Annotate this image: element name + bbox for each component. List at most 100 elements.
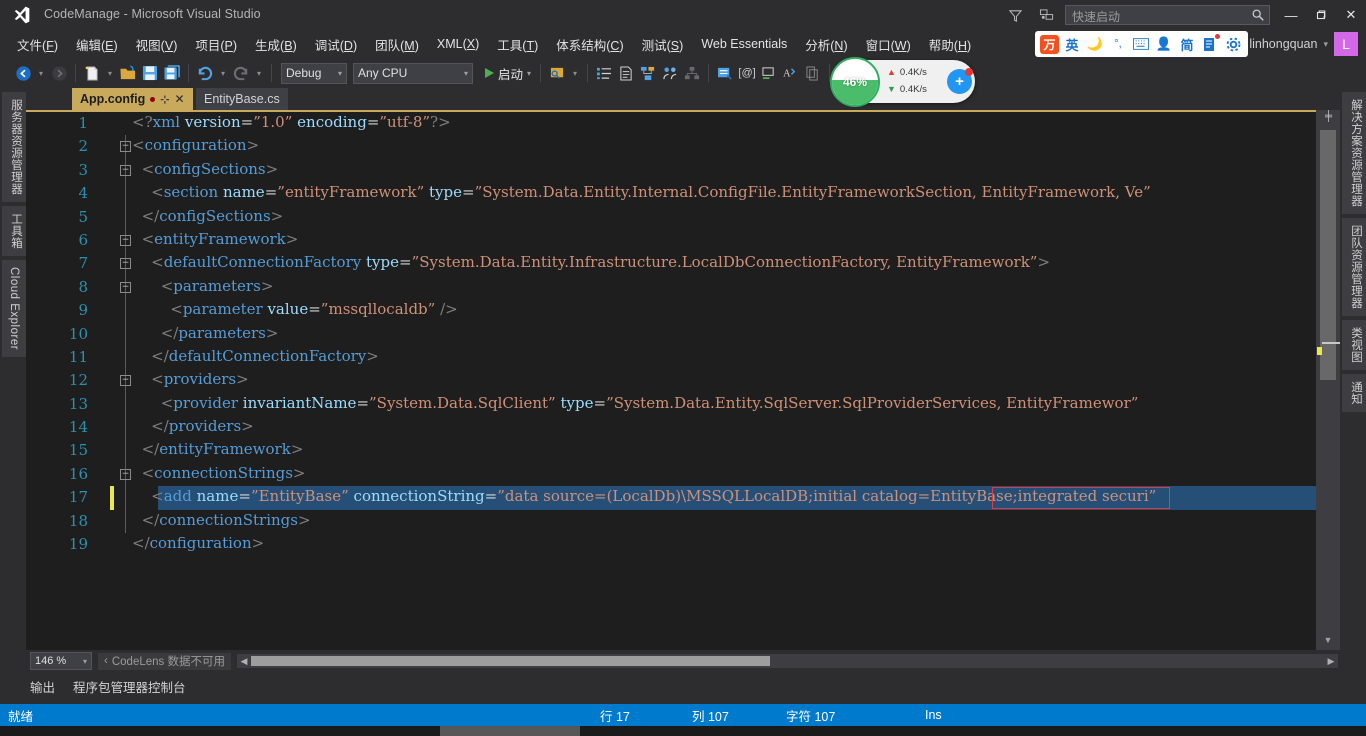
find-in-files-icon[interactable]	[714, 61, 736, 85]
fold-toggle-icon[interactable]: −	[120, 281, 131, 293]
new-item-dropdown-icon[interactable]: ▾	[103, 61, 117, 85]
editor-horizontal-scrollbar[interactable]: ◀ ▶	[236, 654, 1338, 668]
taskbar-active-item[interactable]	[440, 726, 580, 736]
fold-toggle-icon[interactable]: −	[120, 468, 131, 480]
menu-item-8[interactable]: 工具(T)	[488, 31, 547, 58]
scroll-left-arrow[interactable]: ◀	[237, 656, 251, 667]
save-all-icon[interactable]	[161, 61, 183, 85]
chevron-down-icon[interactable]: ▾	[464, 69, 468, 78]
user-account-area[interactable]: linhongquan ▾ L	[1249, 31, 1358, 57]
sidebar-item-team-explorer[interactable]: 团队资源管理器	[1342, 218, 1366, 316]
code-line[interactable]: 13 <provider invariantName=”System.Data.…	[26, 392, 1316, 417]
menu-item-1[interactable]: 编辑(E)	[67, 31, 127, 58]
split-view-icon[interactable]: ╪	[1321, 111, 1336, 123]
output-tab-output[interactable]: 输出	[30, 677, 55, 696]
settings-gear-icon[interactable]	[1223, 34, 1243, 54]
maximize-button[interactable]	[1306, 0, 1336, 30]
undo-icon[interactable]	[194, 61, 216, 85]
navigate-forward-icon[interactable]	[48, 61, 70, 85]
code-line[interactable]: 4 <section name=”entityFramework” type=”…	[26, 182, 1316, 206]
pin-icon[interactable]: ⊹	[160, 93, 169, 106]
code-line[interactable]: 9 <parameter value=”mssqllocaldb” />	[26, 299, 1316, 323]
scroll-right-arrow[interactable]: ▶	[1324, 656, 1338, 667]
menu-item-9[interactable]: 体系结构(C)	[547, 31, 632, 58]
code-lines-container[interactable]: 1 <?xml version=”1.0” encoding=”utf-8”?> 2…	[26, 112, 1316, 648]
quick-launch-box[interactable]: 快速启动	[1065, 5, 1270, 25]
sidebar-item-class-view[interactable]: 类视图	[1342, 320, 1366, 370]
menu-item-7[interactable]: XML(X)	[428, 33, 488, 55]
toolbox-icon[interactable]	[1200, 34, 1220, 54]
fold-toggle-icon[interactable]: −	[120, 164, 131, 176]
code-line[interactable]: 16 − <connectionStrings>	[26, 462, 1316, 487]
simplified-icon[interactable]: 简	[1177, 34, 1197, 54]
code-line[interactable]: 14 </providers>	[26, 416, 1316, 440]
menu-item-14[interactable]: 帮助(H)	[920, 31, 980, 58]
chevron-down-icon[interactable]: ▾	[338, 69, 342, 78]
fold-toggle-icon[interactable]: −	[120, 375, 131, 387]
minimize-button[interactable]: —	[1276, 0, 1306, 30]
close-button[interactable]: ✕	[1336, 0, 1366, 30]
code-line[interactable]: 18 </connectionStrings>	[26, 509, 1316, 534]
open-folder-icon[interactable]	[117, 61, 139, 85]
fold-toggle-icon[interactable]: −	[120, 234, 131, 246]
menu-item-4[interactable]: 生成(B)	[246, 31, 306, 58]
person-icon[interactable]: 👤	[1154, 34, 1174, 54]
code-line[interactable]: 12 − <providers>	[26, 369, 1316, 393]
zoom-level-combo[interactable]: 146 % ▾	[30, 652, 92, 670]
sidebar-item-notifications[interactable]: 通知	[1342, 374, 1366, 412]
output-tab-package-manager-console[interactable]: 程序包管理器控制台	[73, 677, 186, 696]
document-tab-entitybase-cs[interactable]: EntityBase.cs	[196, 88, 288, 110]
platform-combo[interactable]: Any CPU ▾	[353, 62, 473, 84]
codelens-indicator[interactable]: ‹ CodeLens 数据不可用	[98, 652, 231, 670]
ime-toolbar[interactable]: 万 英 🌙 °, 👤 简	[1035, 31, 1248, 57]
code-line[interactable]: 2 − <configuration>	[26, 135, 1316, 159]
plus-badge-icon[interactable]: +	[947, 68, 973, 94]
menu-item-11[interactable]: Web Essentials	[692, 33, 796, 55]
code-line[interactable]: 10 </parameters>	[26, 322, 1316, 346]
sidebar-item-cloud-explorer[interactable]: Cloud Explorer	[2, 260, 26, 358]
bookmark-list-icon[interactable]	[593, 61, 615, 85]
fold-toggle-icon[interactable]: −	[120, 258, 131, 270]
save-icon[interactable]	[139, 61, 161, 85]
code-line[interactable]: 17 <add name=”EntityBase” connectionStri…	[26, 486, 1316, 510]
menu-item-5[interactable]: 调试(D)	[306, 31, 366, 58]
redo-dropdown-icon[interactable]: ▾	[252, 61, 266, 85]
sogou-logo-icon[interactable]: 万	[1040, 34, 1059, 54]
sync-views-icon[interactable]	[659, 61, 681, 85]
attach-dropdown-icon[interactable]: ▾	[568, 61, 582, 85]
copy-icon[interactable]	[802, 61, 824, 85]
code-line[interactable]: 11 </defaultConnectionFactory>	[26, 345, 1316, 370]
chevron-down-icon[interactable]: ▾	[83, 657, 87, 666]
comment-icon[interactable]: [@]	[736, 61, 758, 85]
punctuation-icon[interactable]: °,	[1108, 34, 1128, 54]
hscroll-track[interactable]	[250, 655, 1324, 667]
format-icon[interactable]: A	[780, 61, 802, 85]
keyboard-icon[interactable]	[1131, 34, 1151, 54]
hierarchy-icon[interactable]	[681, 61, 703, 85]
chevron-down-icon[interactable]: ▾	[1323, 39, 1328, 50]
attach-process-icon[interactable]	[546, 61, 568, 85]
feedback-icon[interactable]	[1031, 1, 1063, 29]
code-line[interactable]: 7 − <defaultConnectionFactory type=”Syste…	[26, 252, 1316, 276]
menu-item-2[interactable]: 视图(V)	[127, 31, 187, 58]
menu-item-3[interactable]: 项目(P)	[186, 31, 246, 58]
scroll-down-arrow[interactable]: ▼	[1316, 631, 1340, 648]
chevron-down-icon[interactable]: ▾	[527, 69, 531, 78]
code-line[interactable]: 19 </configuration>	[26, 533, 1316, 556]
menu-item-10[interactable]: 测试(S)	[633, 31, 693, 58]
code-line[interactable]: 5 </configSections>	[26, 205, 1316, 229]
document-tab-app-config[interactable]: App.config ⊹ ✕	[72, 88, 193, 110]
uncomment-icon[interactable]	[758, 61, 780, 85]
menu-item-13[interactable]: 窗口(W)	[857, 31, 920, 58]
menu-item-0[interactable]: 文件(F)	[8, 31, 67, 58]
fold-toggle-icon[interactable]: −	[120, 141, 131, 153]
code-line[interactable]: 6 − <entityFramework>	[26, 228, 1316, 253]
menu-item-6[interactable]: 团队(M)	[366, 31, 428, 58]
avatar[interactable]: L	[1334, 32, 1358, 56]
code-line[interactable]: 8 − <parameters>	[26, 275, 1316, 300]
search-icon[interactable]	[1251, 8, 1265, 27]
undo-dropdown-icon[interactable]: ▾	[216, 61, 230, 85]
code-editor[interactable]: 1 <?xml version=”1.0” encoding=”utf-8”?> 2…	[26, 110, 1340, 650]
document-outline-icon[interactable]	[615, 61, 637, 85]
menu-item-12[interactable]: 分析(N)	[796, 31, 856, 58]
